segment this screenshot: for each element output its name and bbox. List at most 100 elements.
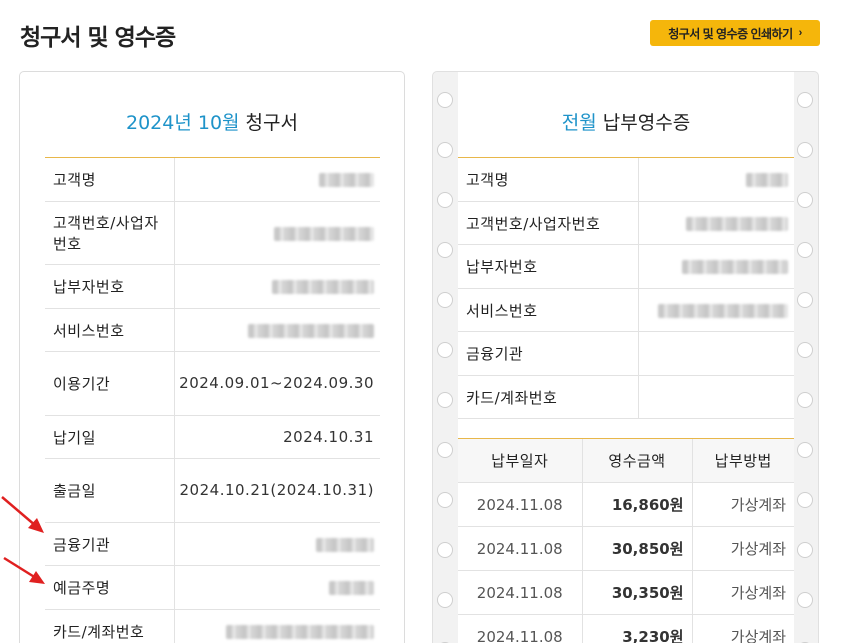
row-value	[174, 157, 380, 202]
binder-hole	[437, 292, 453, 308]
table-row: 2024.11.08 3,230원 가상계좌	[458, 614, 794, 643]
payment-date: 2024.11.08	[458, 570, 582, 615]
binder-hole	[437, 192, 453, 208]
payment-date: 2024.11.08	[458, 482, 582, 527]
row-value	[637, 244, 794, 289]
receipt-title-text: 납부영수증	[596, 112, 691, 134]
binder-hole	[797, 442, 813, 458]
red-arrow-icon	[1, 496, 44, 533]
row-label: 서비스번호	[458, 288, 638, 332]
table-row: 금융기관	[458, 331, 794, 376]
row-value	[174, 609, 380, 643]
binder-hole	[437, 142, 453, 158]
masked-value	[248, 323, 374, 338]
table-row: 서비스번호	[458, 288, 794, 332]
row-label: 예금주명	[45, 565, 175, 610]
binder-hole	[797, 242, 813, 258]
row-value	[174, 308, 380, 352]
masked-value	[682, 260, 788, 274]
row-value	[174, 264, 380, 309]
binder-hole	[437, 242, 453, 258]
row-label: 납부자번호	[45, 264, 175, 309]
table-row: 납부자번호	[458, 244, 794, 289]
row-label: 고객명	[458, 157, 638, 202]
row-value	[637, 331, 794, 376]
row-value	[637, 157, 794, 202]
masked-value	[658, 303, 788, 318]
binder-hole	[437, 492, 453, 508]
receipt-sheet: 전월 납부영수증 고객명 고객번호/사업자번호 납부자번호 서비스번호 금융기관 카드/계…	[458, 72, 794, 643]
payment-date: 2024.11.08	[458, 614, 582, 643]
table-row: 카드/계좌번호	[45, 609, 380, 643]
row-label: 고객번호/사업자번호	[458, 201, 638, 245]
table-row: 서비스번호	[45, 308, 380, 352]
table-row: 고객명	[458, 157, 794, 202]
binder-hole	[437, 92, 453, 108]
binder-hole	[437, 542, 453, 558]
masked-value	[686, 216, 788, 231]
binder-hole	[437, 442, 453, 458]
row-label: 납부자번호	[458, 244, 638, 289]
row-value: 2024.10.21(2024.10.31)	[174, 458, 380, 523]
row-label: 고객번호/사업자번호	[45, 201, 175, 265]
payment-date-header: 납부일자	[458, 438, 582, 483]
payment-method: 가상계좌	[691, 570, 794, 615]
row-label: 이용기간	[45, 351, 175, 416]
receipt-info-table: 고객명 고객번호/사업자번호 납부자번호 서비스번호 금융기관 카드/계좌번호	[458, 157, 794, 419]
payment-amount: 30,350원	[581, 570, 692, 615]
payment-amount: 16,860원	[581, 482, 692, 527]
binder-hole	[797, 542, 813, 558]
row-label: 금융기관	[458, 331, 638, 376]
row-label: 카드/계좌번호	[45, 609, 175, 643]
table-row: 고객번호/사업자번호	[458, 201, 794, 245]
payment-amount: 3,230원	[581, 614, 692, 643]
row-value	[174, 565, 380, 610]
row-label: 금융기관	[45, 522, 175, 566]
binder-hole	[797, 342, 813, 358]
binder-hole	[437, 392, 453, 408]
masked-value	[274, 226, 374, 241]
binder-hole	[797, 192, 813, 208]
table-row: 이용기간 2024.09.01~2024.09.30	[45, 351, 380, 416]
bill-title-text: 청구서	[239, 112, 298, 134]
binder-hole	[437, 342, 453, 358]
page-title: 청구서 및 영수증	[20, 25, 176, 51]
bill-title-period: 2024년 10월	[125, 112, 240, 134]
chevron-right-icon: ›	[798, 27, 803, 39]
payment-method: 가상계좌	[691, 526, 794, 571]
table-row: 납기일 2024.10.31	[45, 415, 380, 459]
masked-value	[316, 537, 374, 552]
row-label: 출금일	[45, 458, 175, 523]
table-row: 출금일 2024.10.21(2024.10.31)	[45, 458, 380, 523]
binder-hole	[797, 492, 813, 508]
receipt-card: 전월 납부영수증 고객명 고객번호/사업자번호 납부자번호 서비스번호 금융기관 카드/계…	[432, 71, 819, 643]
payment-method: 가상계좌	[691, 482, 794, 527]
row-label: 카드/계좌번호	[458, 375, 638, 419]
row-value	[637, 201, 794, 245]
row-value	[174, 201, 380, 265]
bill-title: 2024년 10월 청구서	[20, 108, 404, 135]
row-value	[637, 288, 794, 332]
payment-method-header: 납부방법	[691, 438, 794, 483]
row-value: 2024.10.31	[174, 415, 380, 459]
payment-method: 가상계좌	[691, 614, 794, 643]
table-row: 금융기관	[45, 522, 380, 566]
binder-hole	[797, 592, 813, 608]
payment-amount-header: 영수금액	[581, 438, 692, 483]
row-label: 납기일	[45, 415, 175, 459]
table-row: 2024.11.08 16,860원 가상계좌	[458, 482, 794, 527]
masked-value	[319, 173, 374, 187]
binder-hole	[797, 92, 813, 108]
print-bill-receipt-button[interactable]: 청구서 및 영수증 인쇄하기 ›	[650, 20, 820, 46]
table-row: 2024.11.08 30,350원 가상계좌	[458, 570, 794, 615]
bill-info-table: 고객명 고객번호/사업자번호 납부자번호 서비스번호 이용기간 2024.09.01~20…	[45, 157, 380, 643]
print-button-label: 청구서 및 영수증 인쇄하기	[668, 26, 793, 41]
table-row: 카드/계좌번호	[458, 375, 794, 419]
receipt-title-period: 전월	[561, 112, 597, 134]
table-row: 고객명	[45, 157, 380, 202]
binder-hole	[797, 292, 813, 308]
red-arrow-icon	[3, 556, 45, 584]
row-label: 서비스번호	[45, 308, 175, 352]
payment-history-table: 납부일자 영수금액 납부방법 2024.11.08 16,860원 가상계좌 2024…	[458, 438, 794, 643]
binder-hole	[797, 392, 813, 408]
